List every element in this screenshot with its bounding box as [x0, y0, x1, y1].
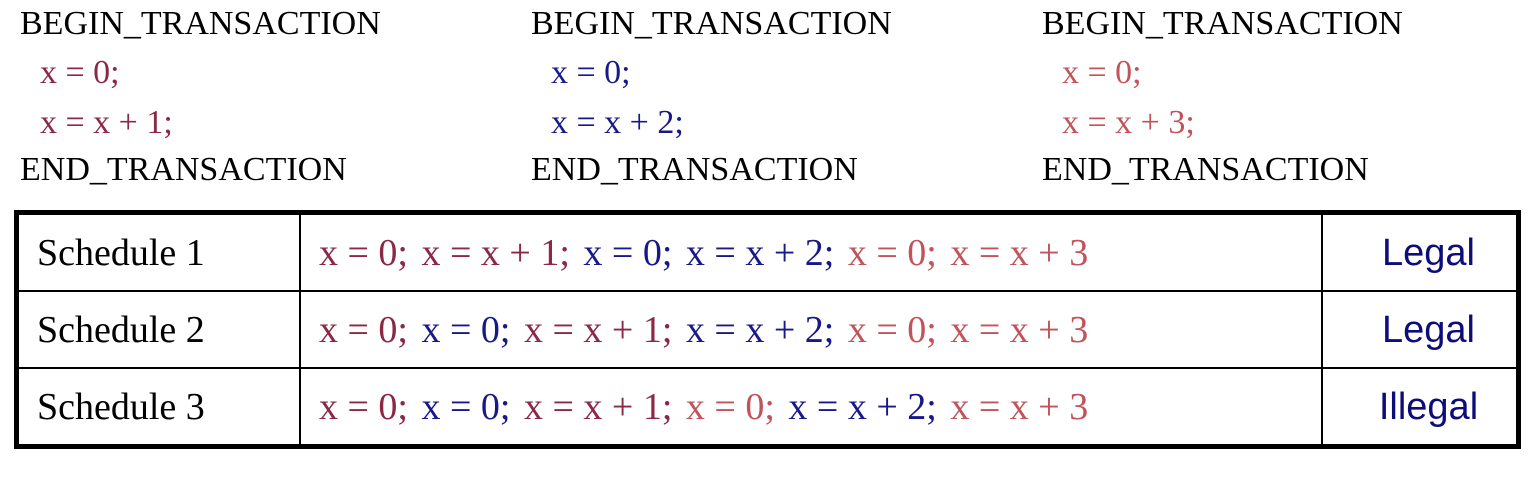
statement: x = 0; — [551, 54, 631, 91]
schedule-name: Schedule 2 — [15, 290, 301, 369]
schedule-op: x = x + 3 — [950, 231, 1089, 274]
statement: x = 0; — [40, 54, 120, 91]
schedule-op: x = x + 3 — [950, 385, 1089, 428]
end-keyword: END_TRANSACTION — [20, 151, 347, 188]
schedule-verdict: Legal — [1321, 211, 1520, 292]
schedule-op: x = 0; — [319, 308, 408, 351]
end-keyword: END_TRANSACTION — [531, 151, 858, 188]
schedule-op: x = x + 1; — [421, 231, 570, 274]
schedule-name: Schedule 1 — [15, 211, 301, 292]
table-row: Schedule 1 x = 0; x = x + 1; x = 0; x = … — [15, 211, 1520, 292]
transaction-1: BEGIN_TRANSACTION x = 0; x = x + 1; END_… — [20, 0, 381, 194]
schedule-ops: x = 0; x = 0; x = x + 1; x = x + 2; x = … — [299, 290, 1323, 369]
schedule-op: x = x + 2; — [685, 308, 835, 351]
table-row: Schedule 2 x = 0; x = 0; x = x + 1; x = … — [15, 290, 1520, 369]
schedule-op: x = x + 1; — [524, 308, 673, 351]
schedule-op: x = x + 2; — [788, 385, 937, 428]
schedule-op: x = 0; — [583, 231, 673, 274]
schedule-verdict: Illegal — [1321, 367, 1520, 448]
begin-keyword: BEGIN_TRANSACTION — [531, 5, 892, 42]
schedule-name: Schedule 3 — [15, 367, 301, 448]
statement: x = x + 2; — [551, 104, 684, 141]
schedule-op: x = 0; — [421, 385, 511, 428]
transaction-3: BEGIN_TRANSACTION x = 0; x = x + 3; END_… — [1042, 0, 1403, 194]
schedule-op: x = 0; — [319, 231, 408, 274]
schedule-ops: x = 0; x = 0; x = x + 1; x = 0; x = x + … — [299, 367, 1323, 448]
statement: x = x + 1; — [40, 104, 173, 141]
begin-keyword: BEGIN_TRANSACTION — [20, 5, 381, 42]
schedule-op: x = 0; — [685, 385, 775, 428]
schedule-op: x = 0; — [847, 308, 937, 351]
end-keyword: END_TRANSACTION — [1042, 151, 1369, 188]
schedule-verdict: Legal — [1321, 290, 1520, 369]
table-row: Schedule 3 x = 0; x = 0; x = x + 1; x = … — [15, 367, 1520, 448]
schedule-table: Schedule 1 x = 0; x = x + 1; x = 0; x = … — [14, 210, 1521, 449]
schedule-ops: x = 0; x = x + 1; x = 0; x = x + 2; x = … — [299, 211, 1323, 292]
statement: x = 0; — [1062, 54, 1142, 91]
schedule-op: x = 0; — [421, 308, 511, 351]
schedule-op: x = x + 2; — [685, 231, 835, 274]
schedule-op: x = x + 1; — [524, 385, 673, 428]
schedule-op: x = 0; — [847, 231, 937, 274]
schedule-op: x = 0; — [319, 385, 408, 428]
begin-keyword: BEGIN_TRANSACTION — [1042, 5, 1403, 42]
schedule-op: x = x + 3 — [950, 308, 1089, 351]
statement: x = x + 3; — [1062, 104, 1195, 141]
transaction-2: BEGIN_TRANSACTION x = 0; x = x + 2; END_… — [531, 0, 892, 194]
